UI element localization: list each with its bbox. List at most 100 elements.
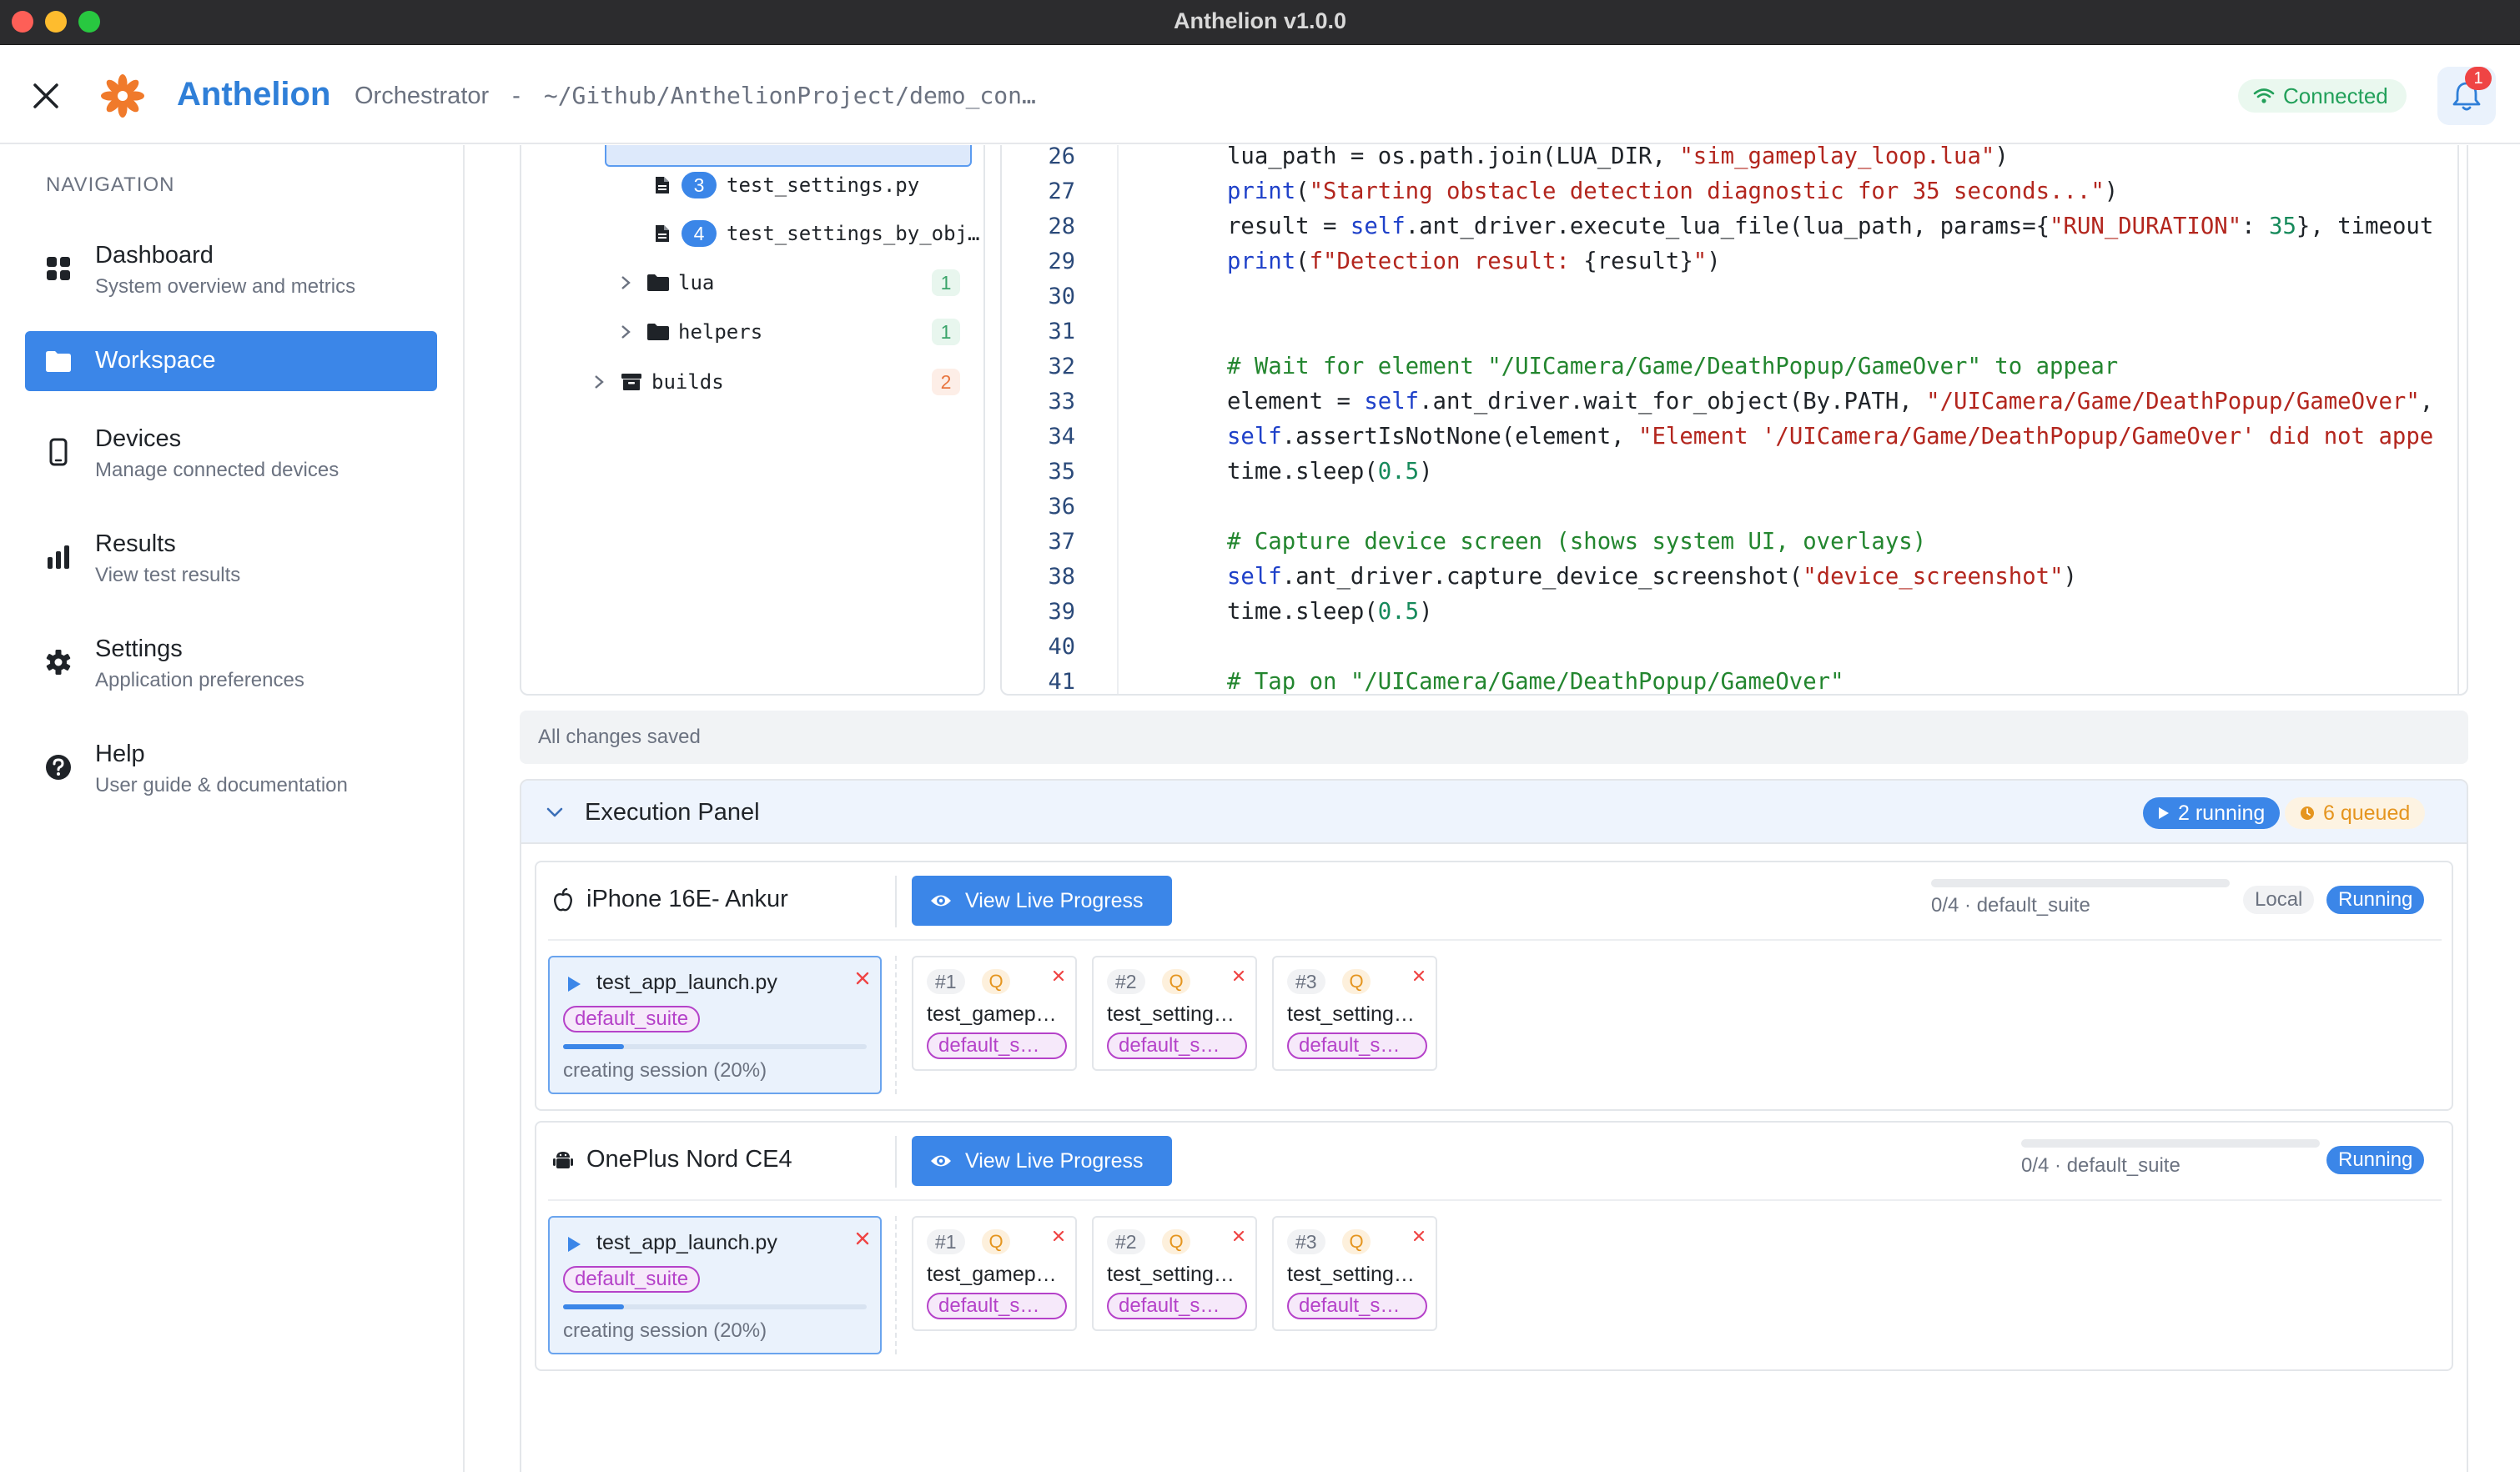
active-test-card[interactable]: test_app_launch.py default_suite creatin… [548, 956, 882, 1094]
queued-test-card[interactable]: #3 Q test_setting… default_s… [1272, 956, 1437, 1071]
code-text: .ant_driver.wait_for_object(By.PATH, [1419, 389, 1927, 414]
file-tree-file[interactable]: 4 test_settings_by_obj… [655, 217, 979, 250]
eye-icon [931, 895, 951, 907]
suite-tag: default_s… [1287, 1032, 1427, 1059]
folder-count-badge: 1 [932, 319, 960, 345]
remove-from-queue-icon[interactable] [1412, 969, 1426, 982]
execution-panel-header[interactable]: Execution Panel 2 running 6 queued [521, 781, 2467, 844]
sidebar: NAVIGATION Dashboard System overview and… [0, 145, 465, 1472]
divider [895, 1216, 897, 1354]
breadcrumb-section: Orchestrator [355, 83, 490, 109]
test-name: test_app_launch.py [596, 971, 777, 994]
suite-progress-bar [2021, 1139, 2320, 1148]
sidebar-item-label: Help [95, 741, 145, 767]
code-line: lua_path = os.path.join(LUA_DIR, "sim_ga… [1227, 145, 2009, 169]
suite-tag: default_s… [927, 1293, 1067, 1319]
breadcrumb: Orchestrator - ~/Github/AnthelionProject/d… [355, 82, 1036, 110]
code-text: .assertIsNotNone(element, [1281, 424, 1639, 450]
file-tree-file[interactable]: 3 test_settings.py [655, 168, 919, 202]
test-name: test_setting… [1287, 1263, 1415, 1286]
connection-status-label: Connected [2283, 83, 2388, 108]
window-titlebar: Anthelion v1.0.0 [0, 0, 2520, 45]
remove-from-queue-icon[interactable] [1412, 1229, 1426, 1243]
active-test-card[interactable]: test_app_launch.py default_suite creatin… [548, 1216, 882, 1354]
view-live-progress-button[interactable]: View Live Progress [912, 876, 1172, 926]
code-text: element = [1227, 389, 1365, 414]
queued-test-card[interactable]: #3 Q test_setting… default_s… [1272, 1216, 1437, 1331]
chevron-down-icon[interactable] [543, 801, 566, 824]
remove-from-queue-icon[interactable] [1052, 1229, 1065, 1243]
phone-icon [49, 438, 68, 466]
queued-test-card[interactable]: #1 Q test_gamep… default_s… [912, 1216, 1077, 1331]
brand-name: Anthelion [177, 76, 331, 113]
divider [895, 1136, 897, 1188]
file-tree-panel: 3 test_settings.py 4 test_settings_by_ob… [520, 145, 985, 696]
code-keyword: self [1350, 214, 1406, 239]
close-icon[interactable] [30, 80, 62, 112]
sidebar-item-settings[interactable]: Settings Application preferences [25, 630, 437, 697]
code-string: "sim_gameplay_loop.lua" [1679, 145, 1995, 169]
code-editor[interactable]: 26 27 28 29 30 31 32 33 34 35 36 37 38 3… [1000, 145, 2468, 696]
file-tree-folder[interactable]: helpers [620, 315, 762, 349]
queue-index-badge: #3 [1287, 1229, 1325, 1254]
breadcrumb-separator: - [512, 83, 521, 109]
remove-from-queue-icon[interactable] [1232, 1229, 1245, 1243]
sidebar-item-dashboard[interactable]: Dashboard System overview and metrics [25, 237, 437, 304]
sidebar-item-results[interactable]: Results View test results [25, 525, 437, 592]
folder-name: builds [651, 370, 724, 394]
sidebar-item-workspace[interactable]: Workspace [25, 331, 437, 391]
file-icon [656, 225, 669, 242]
remove-from-queue-icon[interactable] [1052, 969, 1065, 982]
apple-icon [554, 887, 572, 912]
code-number: 0.5 [1377, 599, 1420, 625]
queued-test-card[interactable]: #2 Q test_setting… default_s… [1092, 1216, 1257, 1331]
file-tree-selected-item[interactable] [605, 145, 972, 167]
code-text: time.sleep( [1227, 599, 1378, 625]
code-line: element = self.ant_driver.wait_for_objec… [1227, 389, 2433, 414]
code-string: "Starting obstacle detection diagnostic … [1309, 178, 2105, 204]
line-number: 41 [1048, 669, 1075, 695]
code-keyword: self [1364, 389, 1420, 414]
sidebar-item-devices[interactable]: Devices Manage connected devices [25, 420, 437, 487]
code-text: , [2419, 389, 2434, 414]
sidebar-item-sub: View test results [95, 564, 241, 586]
device-card: iPhone 16E- Ankur View Live Progress 0/4… [535, 861, 2453, 1111]
code-string: f"Detection result: [1309, 249, 1584, 274]
file-tree-folder[interactable]: builds [593, 365, 724, 399]
sidebar-item-help[interactable]: Help User guide & documentation [25, 736, 437, 802]
clock-icon [2301, 806, 2314, 820]
line-number: 31 [1048, 319, 1075, 344]
code-text: result = [1227, 214, 1351, 239]
cancel-test-icon[interactable] [855, 971, 870, 986]
save-status-bar: All changes saved [520, 711, 2468, 764]
queue-index-badge: #3 [1287, 969, 1325, 994]
code-line: print("Starting obstacle detection diagn… [1227, 178, 2118, 204]
suite-tag: default_suite [563, 1266, 701, 1293]
remove-from-queue-icon[interactable] [1232, 969, 1245, 982]
sidebar-heading: NAVIGATION [46, 173, 175, 196]
cancel-test-icon[interactable] [855, 1231, 870, 1246]
app-header: Anthelion Orchestrator - ~/Github/Anthelio… [0, 46, 2520, 144]
test-name: test_setting… [1107, 1002, 1235, 1026]
connection-status-badge: Connected [2238, 79, 2407, 113]
main-content: 3 test_settings.py 4 test_settings_by_ob… [466, 145, 2520, 1472]
suite-tag: default_suite [563, 1006, 701, 1032]
play-icon [568, 977, 581, 992]
code-text: ) [1419, 599, 1433, 625]
line-number: 34 [1048, 424, 1075, 450]
execution-panel: Execution Panel 2 running 6 queued iPhon… [520, 779, 2468, 1472]
line-number: 30 [1048, 284, 1075, 309]
file-icon [656, 177, 669, 193]
queue-index-badge: #1 [927, 1229, 965, 1254]
queued-test-card[interactable]: #2 Q test_setting… default_s… [1092, 956, 1257, 1071]
code-string: "device_screenshot" [1803, 564, 2064, 590]
line-number: 27 [1048, 178, 1075, 204]
code-scrollbar[interactable] [2457, 145, 2459, 694]
queued-test-card[interactable]: #1 Q test_gamep… default_s… [912, 956, 1077, 1071]
code-number: 0.5 [1377, 459, 1420, 485]
file-tree-folder[interactable]: lua [620, 266, 714, 299]
queued-count-badge: 6 queued [2285, 797, 2426, 829]
folder-count-badge: 1 [932, 269, 960, 296]
code-line: self.assertIsNotNone(element, "Element '… [1227, 424, 2433, 450]
view-live-progress-button[interactable]: View Live Progress [912, 1136, 1172, 1186]
